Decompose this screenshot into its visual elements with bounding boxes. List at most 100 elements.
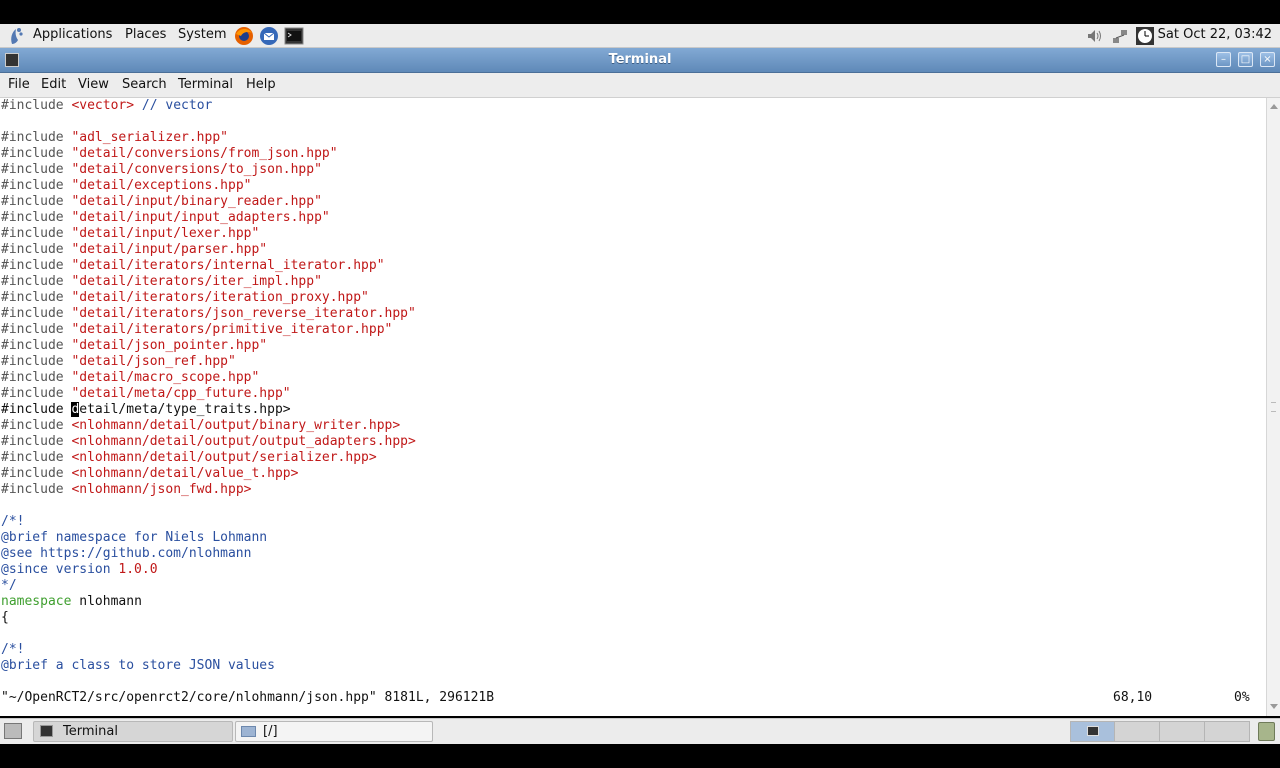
code-line: #include <vector> // vector bbox=[1, 98, 212, 114]
code-token: <nlohmann/detail/output/output_adapters.… bbox=[71, 434, 416, 449]
volume-icon[interactable] bbox=[1085, 26, 1105, 46]
scroll-down-arrow[interactable] bbox=[1270, 704, 1278, 709]
applications-menu[interactable]: Applications bbox=[33, 27, 112, 42]
code-line: /*! bbox=[1, 642, 24, 658]
code-token: #include bbox=[1, 274, 72, 289]
close-button[interactable]: × bbox=[1260, 52, 1275, 67]
code-token: "detail/conversions/to_json.hpp" bbox=[71, 162, 322, 177]
code-line: #include "adl_serializer.hpp" bbox=[1, 130, 228, 146]
workspace-1[interactable] bbox=[1071, 722, 1115, 741]
code-token: #include bbox=[1, 466, 72, 481]
workspace-2[interactable] bbox=[1115, 722, 1160, 741]
code-token: "detail/input/lexer.hpp" bbox=[71, 226, 260, 241]
code-token: #include bbox=[1, 450, 72, 465]
code-token: "detail/iterators/internal_iterator.hpp" bbox=[71, 258, 385, 273]
code-line: #include "detail/input/binary_reader.hpp… bbox=[1, 194, 322, 210]
workspace-4[interactable] bbox=[1205, 722, 1249, 741]
code-line: #include "detail/iterators/iteration_pro… bbox=[1, 290, 369, 306]
menu-help[interactable]: Help bbox=[246, 77, 276, 92]
code-token: <nlohmann/detail/value_t.hpp> bbox=[71, 466, 299, 481]
status-cursor-position: 68,10 bbox=[1113, 690, 1153, 705]
code-line: #include "detail/conversions/from_json.h… bbox=[1, 146, 338, 162]
code-line: #include "detail/iterators/primitive_ite… bbox=[1, 322, 392, 338]
menu-file[interactable]: File bbox=[8, 77, 30, 92]
code-line: #include <nlohmann/detail/value_t.hpp> bbox=[1, 466, 298, 482]
clock-icon[interactable] bbox=[1135, 26, 1155, 46]
code-token: #include bbox=[1, 194, 72, 209]
code-token: "detail/iterators/iteration_proxy.hpp" bbox=[71, 290, 369, 305]
system-menu[interactable]: System bbox=[178, 27, 226, 42]
code-line: namespace nlohmann bbox=[1, 594, 142, 610]
terminal-scrollbar[interactable] bbox=[1266, 98, 1280, 716]
code-token: "detail/meta/cpp_future.hpp" bbox=[71, 386, 291, 401]
code-token: "detail/input/binary_reader.hpp" bbox=[71, 194, 322, 209]
code-line: #include detail/meta/type_traits.hpp> bbox=[1, 402, 291, 418]
maximize-button[interactable]: □ bbox=[1238, 52, 1253, 67]
network-icon[interactable] bbox=[1110, 26, 1130, 46]
code-token: #include bbox=[1, 482, 72, 497]
code-token: etail/meta/type_traits.hpp> bbox=[79, 402, 291, 417]
menu-view[interactable]: View bbox=[78, 77, 109, 92]
code-token: #include bbox=[1, 434, 72, 449]
code-token: #include bbox=[1, 402, 72, 417]
scroll-up-arrow[interactable] bbox=[1270, 104, 1278, 109]
code-token: #include bbox=[1, 162, 72, 177]
taskbar-item-folder[interactable]: [/] bbox=[235, 721, 433, 742]
code-token: "detail/input/parser.hpp" bbox=[71, 242, 268, 257]
show-desktop-icon[interactable] bbox=[4, 723, 22, 739]
terminal-icon bbox=[40, 725, 53, 737]
trash-icon[interactable] bbox=[1258, 722, 1275, 741]
window-titlebar[interactable]: Terminal – □ × bbox=[0, 48, 1280, 73]
firefox-icon[interactable] bbox=[234, 26, 254, 46]
code-token: "detail/json_pointer.hpp" bbox=[71, 338, 268, 353]
minimize-button[interactable]: – bbox=[1216, 52, 1231, 67]
workspace-3[interactable] bbox=[1160, 722, 1205, 741]
terminal-icon[interactable] bbox=[284, 26, 304, 46]
code-token: @see https://github.com/nlohmann bbox=[1, 546, 252, 561]
code-line: #include <nlohmann/detail/output/output_… bbox=[1, 434, 416, 450]
code-token: #include bbox=[1, 98, 72, 113]
code-token: #include bbox=[1, 322, 72, 337]
clock-text[interactable]: Sat Oct 22, 03:42 bbox=[1158, 27, 1272, 42]
code-line: #include <nlohmann/detail/output/binary_… bbox=[1, 418, 400, 434]
code-token: <nlohmann/detail/output/serializer.hpp> bbox=[71, 450, 377, 465]
places-menu[interactable]: Places bbox=[125, 27, 166, 42]
menu-edit[interactable]: Edit bbox=[41, 77, 66, 92]
code-token: "detail/exceptions.hpp" bbox=[71, 178, 252, 193]
code-line: #include "detail/input/parser.hpp" bbox=[1, 242, 267, 258]
code-token: #include bbox=[1, 338, 72, 353]
code-token: "detail/macro_scope.hpp" bbox=[71, 370, 260, 385]
code-token: #include bbox=[1, 130, 72, 145]
code-line: #include "detail/conversions/to_json.hpp… bbox=[1, 162, 322, 178]
workspace-switcher[interactable] bbox=[1070, 721, 1250, 742]
code-token: */ bbox=[1, 578, 17, 593]
code-token: #include bbox=[1, 258, 72, 273]
scrollbar-grip[interactable] bbox=[1271, 402, 1276, 412]
code-line: #include <nlohmann/json_fwd.hpp> bbox=[1, 482, 251, 498]
code-token: #include bbox=[1, 386, 72, 401]
code-line: @since version 1.0.0 bbox=[1, 562, 158, 578]
gnome-foot-icon[interactable] bbox=[6, 26, 26, 46]
code-line: #include "detail/iterators/json_reverse_… bbox=[1, 306, 416, 322]
code-token: <nlohmann/detail/output/binary_writer.hp… bbox=[71, 418, 401, 433]
terminal-text-area[interactable]: #include <vector> // vector #include "adl… bbox=[0, 98, 1266, 716]
code-line: { bbox=[1, 610, 9, 626]
code-token: // vector bbox=[134, 98, 213, 113]
code-line: /*! bbox=[1, 514, 24, 530]
taskbar-item-terminal[interactable]: Terminal bbox=[33, 721, 233, 742]
code-token: #include bbox=[1, 290, 72, 305]
terminal-icon bbox=[1087, 726, 1099, 736]
terminal-menubar: File Edit View Search Terminal Help bbox=[0, 73, 1280, 98]
code-token: @brief namespace for Niels Lohmann bbox=[1, 530, 268, 545]
menu-terminal[interactable]: Terminal bbox=[178, 77, 233, 92]
code-token: "detail/iterators/iter_impl.hpp" bbox=[71, 274, 322, 289]
code-token: "detail/json_ref.hpp" bbox=[71, 354, 236, 369]
menu-search[interactable]: Search bbox=[122, 77, 167, 92]
code-token: #include bbox=[1, 178, 72, 193]
code-line: #include <nlohmann/detail/output/seriali… bbox=[1, 450, 377, 466]
code-token: <vector> bbox=[71, 98, 135, 113]
editor-status-line: "~/OpenRCT2/src/openrct2/core/nlohmann/j… bbox=[1, 690, 1265, 706]
code-line: #include "detail/input/lexer.hpp" bbox=[1, 226, 259, 242]
taskbar-item-label: [/] bbox=[263, 724, 278, 739]
thunderbird-icon[interactable] bbox=[259, 26, 279, 46]
